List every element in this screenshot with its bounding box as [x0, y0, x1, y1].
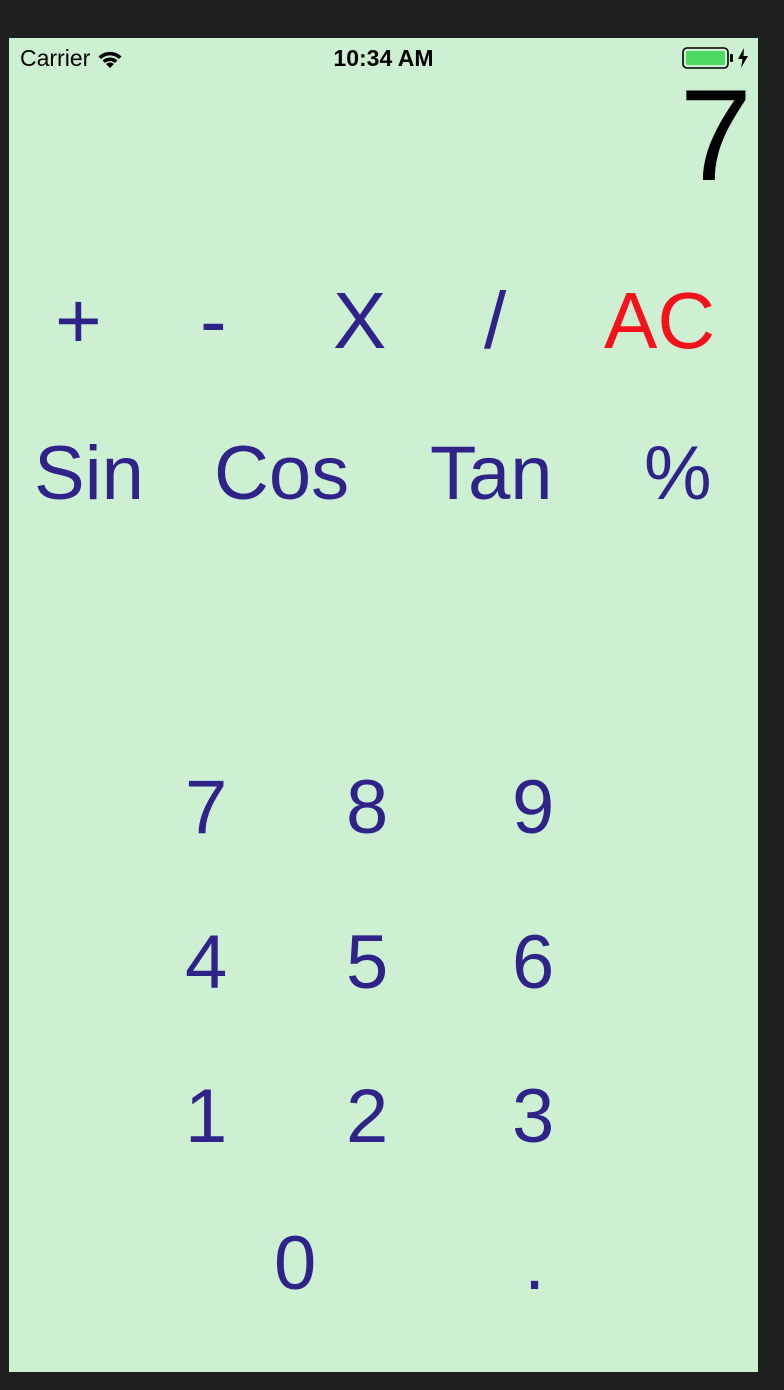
tan-button[interactable]: Tan — [430, 436, 553, 512]
digit-3-button[interactable]: 3 — [512, 1079, 554, 1155]
digit-7-button[interactable]: 7 — [185, 770, 227, 846]
sin-button[interactable]: Sin — [34, 436, 144, 512]
all-clear-button[interactable]: AC — [604, 281, 715, 361]
digit-9-button[interactable]: 9 — [512, 770, 554, 846]
digit-8-button[interactable]: 8 — [346, 770, 388, 846]
digit-2-button[interactable]: 2 — [346, 1079, 388, 1155]
plus-button[interactable]: + — [55, 281, 102, 361]
minus-button[interactable]: - — [200, 281, 227, 361]
multiply-button[interactable]: X — [333, 281, 386, 361]
digit-6-button[interactable]: 6 — [512, 925, 554, 1001]
digit-4-button[interactable]: 4 — [185, 925, 227, 1001]
percent-button[interactable]: % — [644, 436, 712, 512]
status-time: 10:34 AM — [333, 45, 434, 71]
cos-button[interactable]: Cos — [214, 436, 349, 512]
result-display: 7 — [679, 62, 752, 208]
decimal-button[interactable]: . — [524, 1226, 545, 1302]
digit-5-button[interactable]: 5 — [346, 925, 388, 1001]
calculator-screen: Carrier 10:34 AM 7 + - X / AC Sin Cos Ta… — [9, 38, 758, 1372]
divide-button[interactable]: / — [484, 281, 506, 361]
digit-1-button[interactable]: 1 — [185, 1079, 227, 1155]
digit-0-button[interactable]: 0 — [274, 1226, 316, 1302]
